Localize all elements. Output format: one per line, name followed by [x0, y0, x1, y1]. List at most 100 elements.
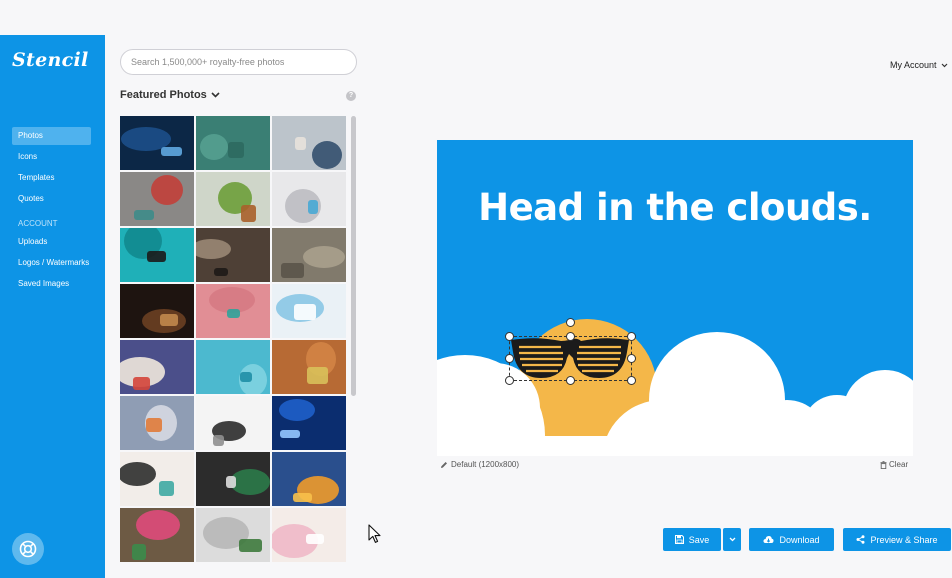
photo-thumbnail-image — [272, 116, 346, 170]
resize-handle-r[interactable] — [627, 354, 636, 363]
preview-share-button[interactable]: Preview & Share — [843, 528, 951, 551]
photo-thumbnail[interactable] — [196, 172, 270, 226]
photo-thumbnail[interactable] — [272, 172, 346, 226]
photo-thumbnail-image — [272, 340, 346, 394]
help-button[interactable] — [12, 533, 44, 565]
resize-handle-l[interactable] — [505, 354, 514, 363]
sidebar-item-quotes[interactable]: Quotes — [12, 190, 91, 208]
photo-thumbnail-image — [196, 172, 270, 226]
photo-thumbnail-image — [196, 284, 270, 338]
app-logo[interactable]: Stencil — [12, 49, 89, 71]
save-label: Save — [688, 534, 710, 545]
canvas-headline[interactable]: Head in the clouds. — [437, 186, 913, 229]
photo-thumbnail[interactable] — [272, 116, 346, 170]
photo-thumbnail[interactable] — [120, 452, 194, 506]
photo-grid — [120, 116, 347, 562]
resize-handle-br[interactable] — [627, 376, 636, 385]
photo-thumbnail[interactable] — [196, 452, 270, 506]
photo-thumbnail-image — [196, 396, 270, 450]
cloud-download-icon — [763, 536, 775, 543]
sidebar-item-icons[interactable]: Icons — [12, 148, 91, 166]
photo-thumbnail[interactable] — [120, 172, 194, 226]
photo-thumbnail-image — [272, 284, 346, 338]
photo-thumbnail-image — [196, 340, 270, 394]
photo-thumbnail-image — [196, 228, 270, 282]
photo-thumbnail-image — [272, 172, 346, 226]
photo-grid-scrollbar[interactable] — [351, 116, 356, 396]
clear-button[interactable]: Clear — [880, 460, 908, 469]
mouse-cursor-icon — [368, 524, 381, 543]
photo-thumbnail[interactable] — [196, 340, 270, 394]
photo-thumbnail[interactable] — [120, 228, 194, 282]
sidebar-heading-account: ACCOUNT — [18, 219, 58, 228]
question-icon[interactable]: ? — [346, 91, 356, 101]
photo-thumbnail-image — [120, 452, 194, 506]
photo-thumbnail[interactable] — [196, 396, 270, 450]
sidebar-nav: Photos Icons Templates Quotes ACCOUNT Up… — [12, 127, 91, 296]
save-button[interactable]: Save — [663, 528, 721, 551]
sidebar-item-templates[interactable]: Templates — [12, 169, 91, 187]
selection-frame[interactable] — [509, 336, 632, 381]
featured-photos-dropdown[interactable]: Featured Photos — [120, 89, 220, 101]
photo-thumbnail-image — [272, 396, 346, 450]
canvas-size-selector[interactable]: Default (1200x800) — [440, 460, 519, 469]
design-canvas[interactable]: Head in the clouds. — [437, 140, 913, 456]
photo-thumbnail-image — [196, 508, 270, 562]
photo-thumbnail[interactable] — [272, 228, 346, 282]
photo-thumbnail-image — [120, 396, 194, 450]
photo-thumbnail-image — [120, 172, 194, 226]
resize-handle-b[interactable] — [566, 376, 575, 385]
photo-thumbnail[interactable] — [120, 396, 194, 450]
featured-photos-title: Featured Photos — [120, 89, 207, 101]
chevron-down-icon — [211, 92, 220, 98]
photo-thumbnail[interactable] — [120, 340, 194, 394]
sidebar-item-uploads[interactable]: Uploads — [12, 233, 91, 251]
preview-share-label: Preview & Share — [870, 534, 938, 545]
chevron-down-icon — [941, 63, 947, 67]
sidebar: Stencil Photos Icons Templates Quotes AC… — [0, 35, 105, 578]
photo-thumbnail[interactable] — [272, 452, 346, 506]
photo-thumbnail-image — [120, 228, 194, 282]
resize-handle-bl[interactable] — [505, 376, 514, 385]
photo-thumbnail[interactable] — [120, 284, 194, 338]
chevron-down-icon — [729, 537, 735, 542]
pencil-icon — [441, 461, 447, 468]
photo-thumbnail[interactable] — [196, 116, 270, 170]
photo-thumbnail[interactable] — [196, 508, 270, 562]
account-label: My Account — [890, 60, 937, 70]
save-options-button[interactable] — [723, 528, 741, 551]
account-menu[interactable]: My Account — [890, 60, 948, 70]
rotate-handle[interactable] — [566, 332, 575, 341]
photo-thumbnail[interactable] — [272, 396, 346, 450]
photo-thumbnail-image — [120, 284, 194, 338]
canvas-size-label: Default (1200x800) — [451, 460, 520, 469]
photo-thumbnail-image — [272, 228, 346, 282]
photo-thumbnail[interactable] — [120, 116, 194, 170]
photo-thumbnail-image — [196, 116, 270, 170]
clear-label: Clear — [889, 460, 909, 469]
resize-handle-tl[interactable] — [505, 332, 514, 341]
sidebar-item-logos-watermarks[interactable]: Logos / Watermarks — [12, 254, 91, 272]
photo-thumbnail-image — [272, 508, 346, 562]
photo-thumbnail-image — [120, 508, 194, 562]
sidebar-item-saved-images[interactable]: Saved Images — [12, 275, 91, 293]
photo-thumbnail[interactable] — [196, 284, 270, 338]
photo-thumbnail[interactable] — [272, 508, 346, 562]
share-icon — [856, 535, 865, 544]
photo-thumbnail-image — [120, 340, 194, 394]
download-label: Download — [779, 534, 820, 545]
resize-handle-t[interactable] — [566, 318, 575, 327]
search-input[interactable] — [120, 49, 357, 75]
photo-thumbnail[interactable] — [196, 228, 270, 282]
sidebar-item-photos[interactable]: Photos — [12, 127, 91, 145]
photo-thumbnail[interactable] — [272, 284, 346, 338]
download-button[interactable]: Download — [749, 528, 834, 551]
floppy-disk-icon — [674, 535, 684, 544]
resize-handle-tr[interactable] — [627, 332, 636, 341]
photo-thumbnail-image — [272, 452, 346, 506]
photo-thumbnail[interactable] — [120, 508, 194, 562]
photo-thumbnail[interactable] — [272, 340, 346, 394]
lifebuoy-icon — [19, 540, 37, 558]
photo-thumbnail-image — [120, 116, 194, 170]
photo-thumbnail-image — [196, 452, 270, 506]
